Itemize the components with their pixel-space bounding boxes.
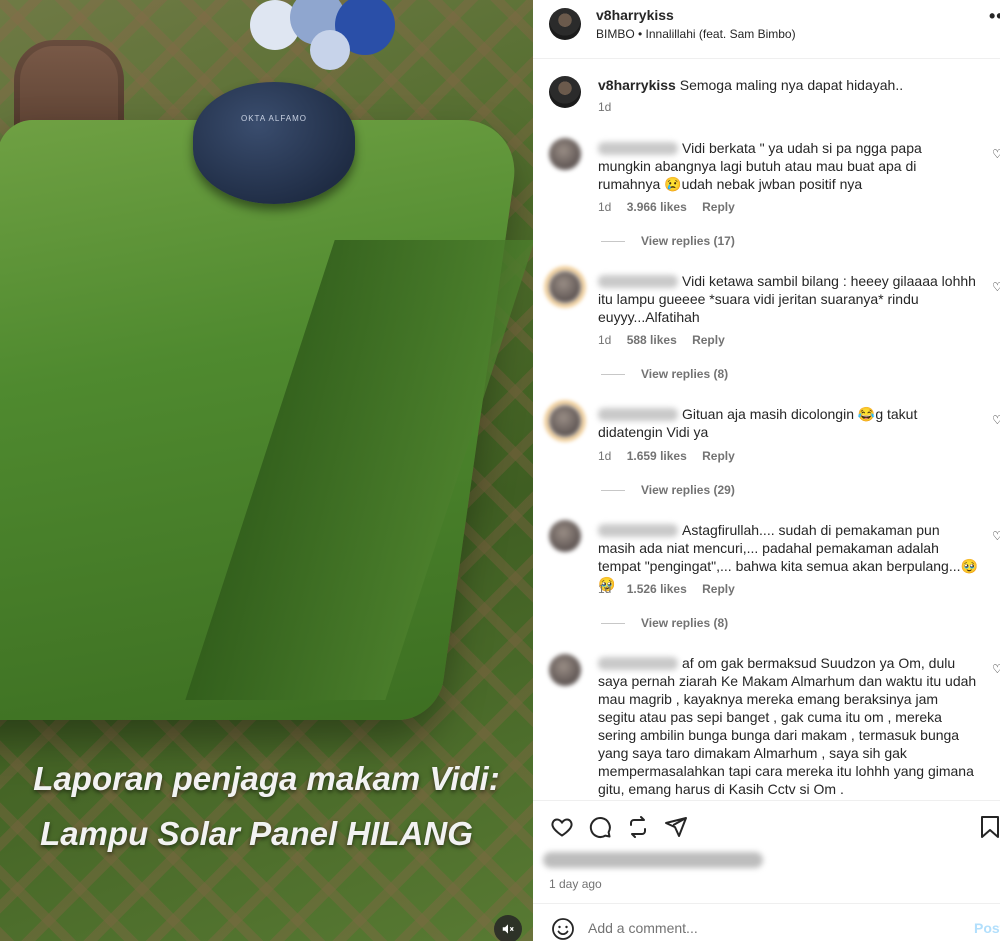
- comment-item: Vidi ketawa sambil bilang : heeey gilaaa…: [598, 272, 978, 326]
- view-replies-button[interactable]: View replies (8): [601, 616, 728, 630]
- blurred-username[interactable]: [598, 408, 678, 421]
- caption-avatar[interactable]: [549, 76, 581, 108]
- comment-avatar[interactable]: [549, 654, 581, 686]
- reply-button[interactable]: Reply: [702, 200, 735, 214]
- post-media[interactable]: OKTA ALFAMO Laporan penjaga makam Vidi: …: [0, 0, 533, 941]
- author-avatar[interactable]: [549, 8, 581, 40]
- comment-like-icon[interactable]: ♡: [992, 662, 1000, 676]
- comment-likes[interactable]: 1.659 likes: [627, 449, 687, 463]
- liked-by-blur: [543, 852, 763, 868]
- comment-input[interactable]: Add a comment...: [588, 920, 698, 936]
- comment-avatar[interactable]: [549, 405, 581, 437]
- comments-panel: v8harrykiss BIMBO • Innalillahi (feat. S…: [533, 0, 1000, 941]
- send-icon: [665, 817, 687, 837]
- liked-by-blurred[interactable]: [543, 852, 763, 871]
- blurred-username[interactable]: [598, 657, 678, 670]
- blurred-username[interactable]: [598, 142, 678, 155]
- caption-text: v8harrykiss Semoga maling nya dapat hida…: [598, 76, 978, 94]
- reply-button[interactable]: Reply: [702, 582, 735, 596]
- mute-button[interactable]: [494, 915, 522, 941]
- post-comment-button[interactable]: Post: [974, 920, 1000, 936]
- blurred-username[interactable]: [598, 275, 678, 288]
- comment-time: 1d: [598, 449, 612, 463]
- comment-like-icon[interactable]: ♡: [992, 280, 1000, 294]
- comment-body: af om gak bermaksud Suudzon ya Om, dulu …: [598, 655, 977, 797]
- comment-meta: 1d 588 likes Reply: [598, 333, 737, 347]
- action-bar: [549, 814, 1000, 840]
- view-replies-button[interactable]: View replies (29): [601, 483, 735, 497]
- comment-time: 1d: [598, 582, 612, 596]
- comment-avatar[interactable]: [549, 520, 581, 552]
- save-button[interactable]: [977, 814, 1000, 840]
- repost-icon: [630, 816, 646, 838]
- speaker-muted-icon: [502, 924, 514, 934]
- video-caption-line2: Lampu Solar Panel HILANG: [40, 815, 473, 852]
- comment-button[interactable]: [587, 814, 613, 840]
- bookmark-icon: [981, 816, 999, 838]
- reply-button[interactable]: Reply: [692, 333, 725, 347]
- send-button[interactable]: [663, 814, 689, 840]
- heart-icon: [551, 818, 573, 837]
- comment-like-icon[interactable]: ♡: [992, 147, 1000, 161]
- view-replies-button[interactable]: View replies (8): [601, 367, 728, 381]
- comment-time: 1d: [598, 200, 612, 214]
- author-username[interactable]: v8harrykiss: [596, 7, 674, 23]
- caption-time: 1d: [598, 100, 612, 114]
- more-options-button[interactable]: •••: [989, 6, 1000, 27]
- header-divider: [533, 58, 1000, 59]
- video-caption-line1: Laporan penjaga makam Vidi:: [33, 760, 500, 797]
- comment-meta: 1d 1.659 likes Reply: [598, 449, 747, 463]
- smiley-icon: [552, 918, 574, 940]
- comment-likes[interactable]: 1.526 likes: [627, 582, 687, 596]
- blurred-username[interactable]: [598, 524, 678, 537]
- caption-body: Semoga maling nya dapat hidayah..: [679, 77, 904, 93]
- actions-divider: [533, 800, 1000, 801]
- post-timestamp[interactable]: 1 day ago: [549, 877, 602, 891]
- flower-bouquet: [250, 0, 420, 80]
- comment-item: af om gak bermaksud Suudzon ya Om, dulu …: [598, 654, 978, 798]
- comment-avatar[interactable]: [549, 271, 581, 303]
- comment-likes[interactable]: 588 likes: [627, 333, 677, 347]
- view-replies-button[interactable]: View replies (17): [601, 234, 735, 248]
- emoji-button[interactable]: [551, 917, 575, 941]
- comment-avatar[interactable]: [549, 138, 581, 170]
- comment-item: Vidi berkata " ya udah si pa ngga papa m…: [598, 139, 978, 193]
- audio-attribution[interactable]: BIMBO • Innalillahi (feat. Sam Bimbo): [596, 27, 796, 41]
- caption-username[interactable]: v8harrykiss: [598, 77, 676, 93]
- comment-like-icon[interactable]: ♡: [992, 529, 1000, 543]
- plaque-text: OKTA ALFAMO: [241, 113, 307, 123]
- reply-button[interactable]: Reply: [702, 449, 735, 463]
- headstone-plaque: OKTA ALFAMO: [193, 82, 355, 204]
- comment-box-divider: [533, 903, 1000, 904]
- comment-icon: [589, 817, 611, 838]
- comment-meta: 1d 1.526 likes Reply: [598, 582, 747, 596]
- comment-like-icon[interactable]: ♡: [992, 413, 1000, 427]
- comment-item: Gituan aja masih dicolongin 😂g takut did…: [598, 405, 978, 441]
- comment-likes[interactable]: 3.966 likes: [627, 200, 687, 214]
- more-horizontal-icon: •••: [989, 6, 1000, 26]
- like-button[interactable]: [549, 814, 575, 840]
- caption-meta: 1d: [598, 100, 623, 114]
- repost-button[interactable]: [625, 814, 651, 840]
- comment-time: 1d: [598, 333, 612, 347]
- comment-meta: 1d 3.966 likes Reply: [598, 200, 747, 214]
